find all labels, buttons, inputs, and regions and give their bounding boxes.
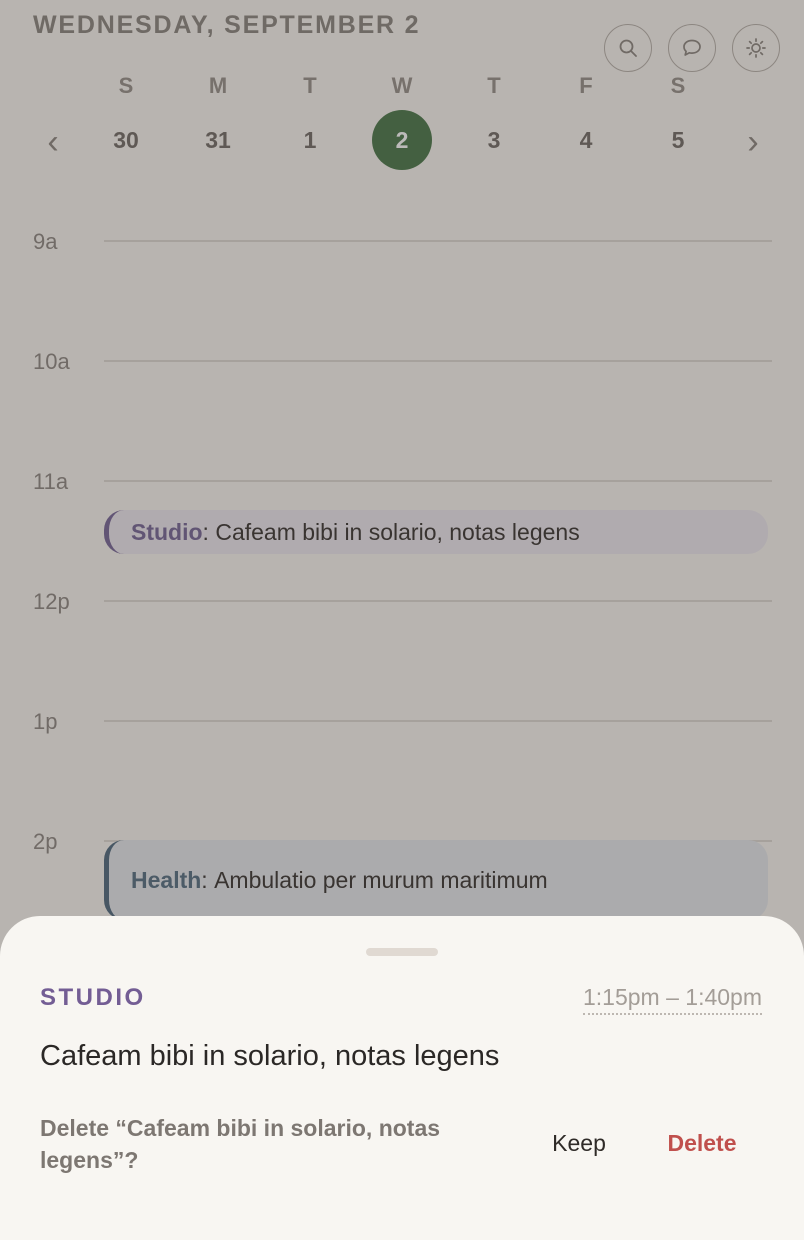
delete-button[interactable]: Delete <box>652 1121 752 1165</box>
event-category-label: STUDIO <box>40 984 146 1011</box>
keep-button[interactable]: Keep <box>532 1121 626 1165</box>
event-time-range[interactable]: 1:15pm – 1:40pm <box>582 984 762 1015</box>
event-detail-sheet: STUDIO 1:15pm – 1:40pm Cafeam bibi in so… <box>0 916 804 1240</box>
sheet-drag-handle[interactable] <box>366 948 438 956</box>
calendar-day-view: WEDNESDAY, SEPTEMBER 2 ‹ › S M T W T F S… <box>0 0 804 1240</box>
delete-confirmation-message: Delete “Cafeam bibi in solario, notas le… <box>40 1115 441 1173</box>
event-title: Cafeam bibi in solario, notas legens <box>40 1040 500 1072</box>
